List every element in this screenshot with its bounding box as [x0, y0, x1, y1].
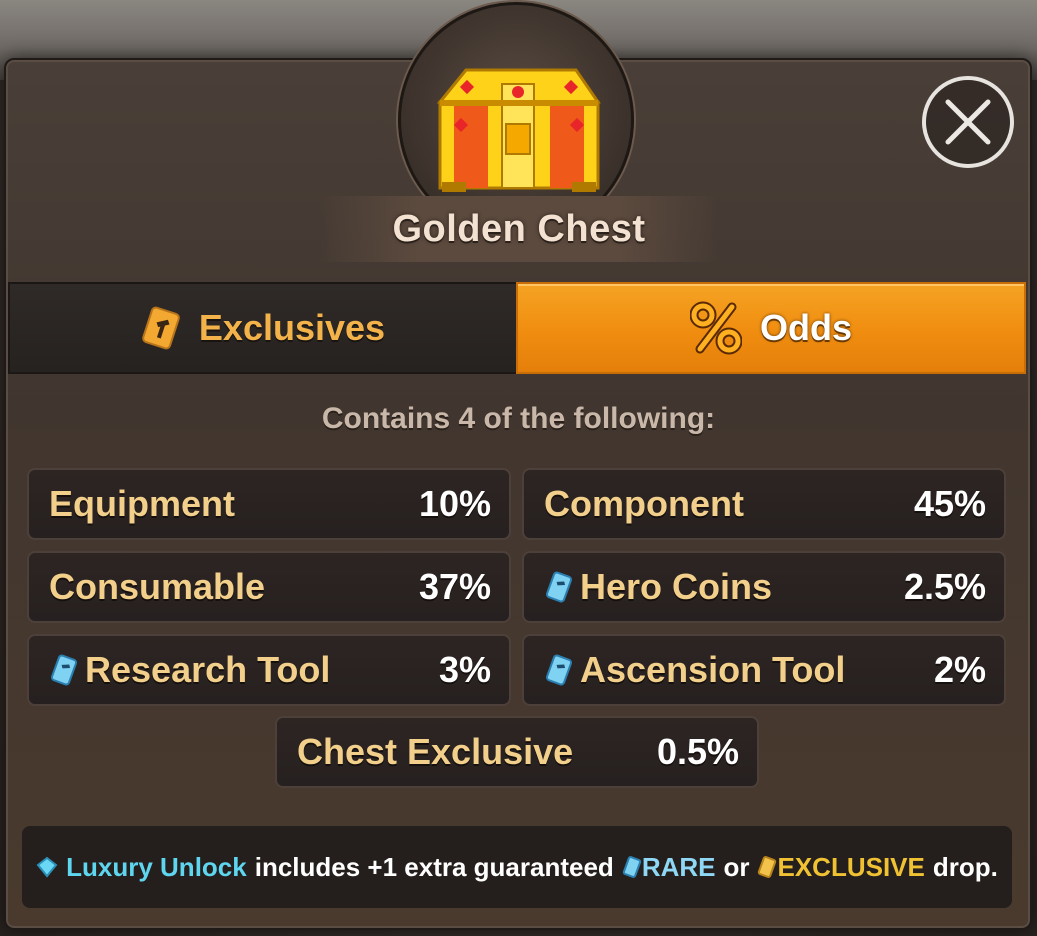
- tab-odds-label: Odds: [759, 307, 852, 348]
- odds-label: Research Tool: [85, 649, 331, 690]
- golden-chest-icon: [436, 68, 601, 192]
- odds-label: Hero Coins: [580, 566, 773, 607]
- odds-value: 2%: [933, 649, 986, 690]
- odds-value: 2.5%: [903, 566, 986, 607]
- luxury-gem-icon: [36, 856, 58, 878]
- footer-info-bar: Luxury Unlock includes +1 extra guarante…: [22, 826, 1012, 908]
- rare-gem-icon: [50, 654, 78, 686]
- close-button[interactable]: [922, 76, 1014, 168]
- odds-card-ascension-tool: Ascension Tool 2%: [522, 634, 1006, 706]
- odds-card-consumable: Consumable 37%: [27, 551, 511, 623]
- tool-card-icon: [142, 306, 180, 350]
- chest-title-band: Golden Chest: [320, 196, 718, 262]
- odds-label: Chest Exclusive: [297, 731, 574, 772]
- footer-exclusive: EXCLUSIVE: [777, 851, 925, 882]
- odds-value: 45%: [913, 483, 986, 524]
- close-icon: [945, 99, 991, 145]
- odds-card-research-tool: Research Tool 3%: [27, 634, 511, 706]
- odds-label: Equipment: [49, 483, 235, 524]
- odds-label: Component: [544, 483, 744, 524]
- footer-end: drop.: [932, 851, 998, 882]
- exclusive-card-icon: [758, 856, 777, 878]
- odds-value: 3%: [438, 649, 491, 690]
- footer-middle-text: includes +1 extra guaranteed: [254, 851, 614, 882]
- odds-value: 10%: [418, 483, 491, 524]
- percent-icon: [689, 301, 742, 355]
- tab-odds[interactable]: Odds: [516, 282, 1026, 374]
- tab-exclusives[interactable]: Exclusives: [8, 282, 516, 374]
- odds-label: Consumable: [49, 566, 266, 607]
- tab-bar: Exclusives Odds: [8, 282, 1026, 374]
- footer-rare: RARE: [641, 851, 716, 882]
- rare-gem-icon: [545, 654, 573, 686]
- footer-luxury-unlock: Luxury Unlock: [66, 851, 247, 882]
- odds-card-component: Component 45%: [522, 468, 1006, 540]
- rare-gem-icon: [545, 571, 573, 603]
- odds-card-chest-exclusive: Chest Exclusive 0.5%: [275, 716, 759, 788]
- chest-title: Golden Chest: [392, 207, 646, 250]
- odds-card-hero-coins: Hero Coins 2.5%: [522, 551, 1006, 623]
- odds-card-equipment: Equipment 10%: [27, 468, 511, 540]
- contains-text: Contains 4 of the following:: [321, 402, 716, 435]
- footer-or: or: [723, 851, 750, 882]
- odds-label: Ascension Tool: [580, 649, 846, 690]
- odds-value: 37%: [418, 566, 491, 607]
- tab-exclusives-label: Exclusives: [198, 307, 386, 348]
- odds-value: 0.5%: [656, 731, 739, 772]
- rare-gem-icon: [622, 856, 641, 878]
